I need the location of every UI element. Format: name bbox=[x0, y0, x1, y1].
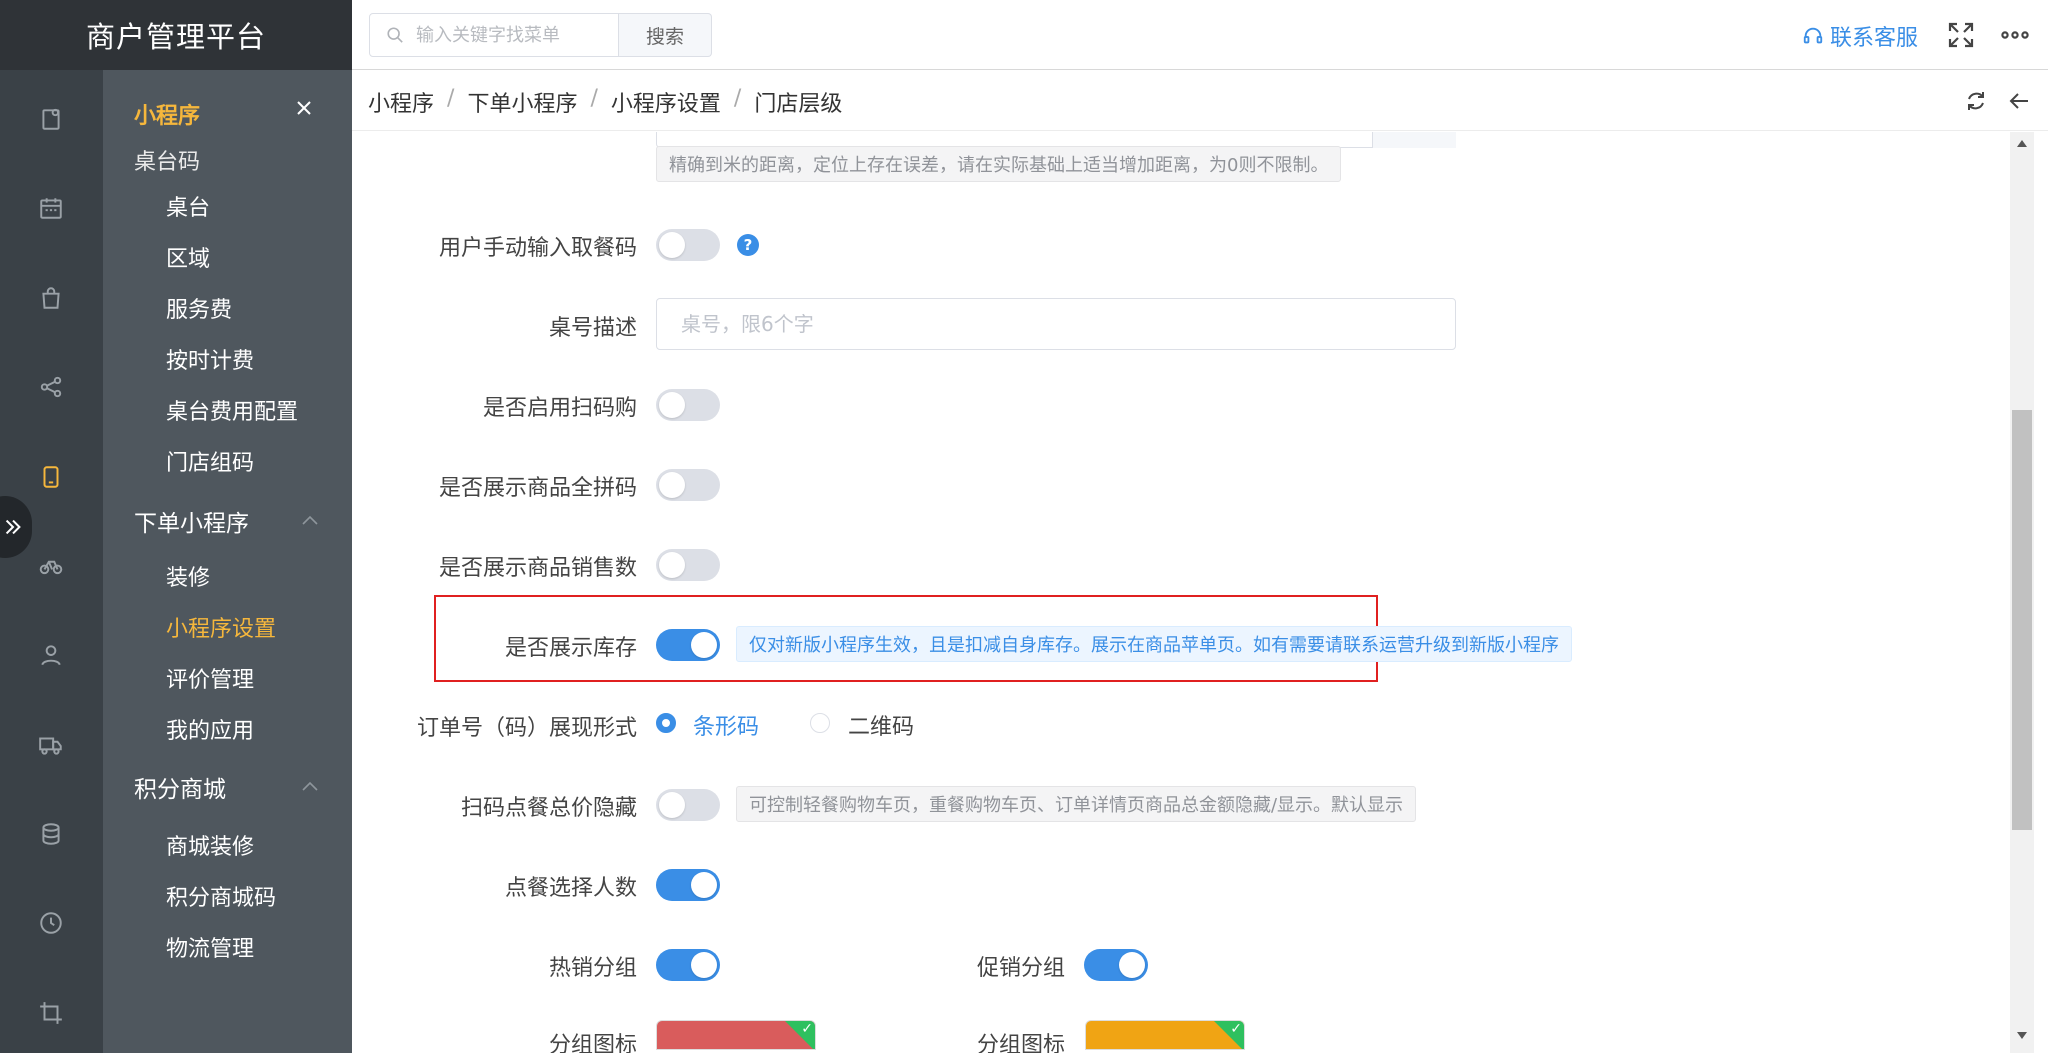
people-toggle[interactable] bbox=[656, 869, 720, 901]
headset-icon bbox=[1803, 27, 1823, 44]
scroll-down-arrow-icon[interactable] bbox=[2017, 1032, 2027, 1039]
scroll-up-arrow-icon[interactable] bbox=[2017, 140, 2027, 147]
sales-toggle[interactable] bbox=[656, 549, 720, 581]
barcode-radio-label[interactable]: 条形码 bbox=[693, 709, 759, 741]
bicycle-icon[interactable] bbox=[36, 550, 66, 580]
close-icon[interactable] bbox=[294, 98, 318, 122]
search-icon bbox=[387, 27, 403, 43]
submenu-item-my-apps[interactable]: 我的应用 bbox=[166, 713, 254, 745]
sales-label: 是否展示商品销售数 bbox=[438, 556, 637, 581]
barcode-radio[interactable] bbox=[656, 713, 676, 733]
hide-total-hint: 可控制轻餐购物车页，重餐购物车页、订单详情页商品总金额隐藏/显示。默认显示 bbox=[736, 786, 1417, 822]
more-options-icon[interactable] bbox=[2000, 20, 2030, 50]
search-input[interactable] bbox=[416, 24, 606, 46]
qrcode-radio[interactable] bbox=[810, 713, 830, 733]
distance-unit-append bbox=[1372, 132, 1456, 148]
help-icon[interactable]: ? bbox=[737, 234, 759, 256]
clock-icon[interactable] bbox=[36, 908, 66, 938]
submenu-item-area[interactable]: 区域 bbox=[166, 241, 210, 273]
user-icon[interactable] bbox=[36, 640, 66, 670]
pinyin-toggle[interactable] bbox=[656, 469, 720, 501]
refresh-icon[interactable] bbox=[1964, 89, 1988, 113]
submenu-item-miniprogram-settings[interactable]: 小程序设置 bbox=[166, 611, 276, 643]
breadcrumb: 小程序 / 下单小程序 / 小程序设置 / 门店层级 bbox=[368, 86, 843, 118]
scrollbar-thumb[interactable] bbox=[2012, 410, 2032, 830]
hide-total-label: 扫码点餐总价隐藏 bbox=[460, 796, 637, 821]
fullscreen-icon[interactable] bbox=[1946, 20, 1976, 50]
manual-code-toggle[interactable] bbox=[656, 229, 720, 261]
contact-support-label: 联系客服 bbox=[1830, 26, 1919, 51]
top-bar: 搜索 联系客服 bbox=[352, 0, 2048, 70]
scan-buy-label: 是否启用扫码购 bbox=[482, 396, 637, 421]
stock-toggle[interactable] bbox=[656, 629, 720, 661]
hot-group-toggle[interactable] bbox=[656, 949, 720, 981]
promo-group-icon-thumbnail[interactable]: ✓ bbox=[1085, 1020, 1245, 1050]
database-icon[interactable] bbox=[36, 819, 66, 849]
people-label: 点餐选择人数 bbox=[504, 876, 637, 901]
breadcrumb-item-current: 门店层级 bbox=[754, 92, 843, 117]
crop-icon[interactable] bbox=[36, 998, 66, 1028]
hot-group-label: 热销分组 bbox=[548, 956, 637, 981]
stock-hint: 仅对新版小程序生效，且是扣减自身库存。展示在商品苹单页。如有需要请联系运营升级到… bbox=[736, 626, 1572, 662]
chevron-up-icon[interactable] bbox=[301, 777, 319, 791]
table-desc-input[interactable] bbox=[656, 298, 1456, 350]
scan-buy-toggle[interactable] bbox=[656, 389, 720, 421]
hot-group-icon-label: 分组图标 bbox=[548, 1033, 637, 1053]
submenu-item-table-fee-config[interactable]: 桌台费用配置 bbox=[166, 394, 298, 426]
manual-code-label: 用户手动输入取餐码 bbox=[438, 236, 637, 261]
check-icon: ✓ bbox=[1230, 1021, 1242, 1037]
submenu-item-logistics[interactable]: 物流管理 bbox=[166, 931, 254, 963]
submenu-title: 小程序 bbox=[134, 104, 201, 129]
submenu-group-points-mall[interactable]: 积分商城 bbox=[134, 770, 226, 804]
promo-group-label: 促销分组 bbox=[976, 956, 1065, 981]
pinyin-label: 是否展示商品全拼码 bbox=[438, 476, 637, 501]
promo-group-icon-label: 分组图标 bbox=[976, 1033, 1065, 1053]
distance-hint: 精确到米的距离，定位上存在误差，请在实际基础上适当增加距离，为0则不限制。 bbox=[656, 146, 1342, 182]
stock-label: 是否展示库存 bbox=[504, 636, 637, 661]
submenu-item-mall-decoration[interactable]: 商城装修 bbox=[166, 829, 254, 861]
breadcrumb-bar: 小程序 / 下单小程序 / 小程序设置 / 门店层级 bbox=[352, 71, 2048, 131]
submenu-item-hourly-billing[interactable]: 按时计费 bbox=[166, 343, 254, 375]
scrollbar[interactable] bbox=[2010, 132, 2034, 1053]
arrow-left-icon[interactable] bbox=[2008, 89, 2032, 113]
table-desc-label: 桌号描述 bbox=[548, 316, 637, 341]
submenu-item-service-fee[interactable]: 服务费 bbox=[166, 292, 232, 324]
calendar-icon[interactable] bbox=[36, 193, 66, 223]
order-code-label: 订单号（码）展现形式 bbox=[416, 716, 637, 741]
submenu-item-points-mall-code[interactable]: 积分商城码 bbox=[166, 880, 276, 912]
clipboard-icon[interactable] bbox=[36, 104, 66, 134]
mobile-phone-icon[interactable] bbox=[36, 462, 66, 492]
submenu-panel: 桌台码 小程序 桌台 区域 服务费 按时计费 桌台费用配置 门店组码 下单小程序… bbox=[103, 70, 352, 1053]
brand-title: 商户管理平台 bbox=[0, 0, 352, 70]
submenu-item-table[interactable]: 桌台 bbox=[166, 190, 210, 222]
search-box bbox=[369, 13, 619, 57]
submenu-item-store-group-code[interactable]: 门店组码 bbox=[166, 445, 254, 477]
search-button[interactable]: 搜索 bbox=[619, 13, 712, 57]
truck-icon[interactable] bbox=[36, 730, 66, 760]
icon-rail bbox=[0, 70, 103, 1053]
submenu-group-order-miniprogram[interactable]: 下单小程序 bbox=[134, 504, 249, 538]
contact-support-link[interactable]: 联系客服 bbox=[1802, 20, 1918, 52]
double-chevron-right-icon bbox=[5, 519, 21, 535]
settings-form: 精确到米的距离，定位上存在误差，请在实际基础上适当增加距离，为0则不限制。 用户… bbox=[352, 132, 2010, 1053]
qrcode-radio-label[interactable]: 二维码 bbox=[848, 709, 914, 741]
submenu-item-review-management[interactable]: 评价管理 bbox=[166, 662, 254, 694]
shopping-bag-icon[interactable] bbox=[36, 283, 66, 313]
hide-total-toggle[interactable] bbox=[656, 789, 720, 821]
promo-group-toggle[interactable] bbox=[1084, 949, 1148, 981]
breadcrumb-item[interactable]: 小程序 bbox=[368, 86, 434, 118]
breadcrumb-item[interactable]: 下单小程序 bbox=[467, 86, 577, 118]
submenu-item-decoration[interactable]: 装修 bbox=[166, 560, 210, 592]
chevron-up-icon[interactable] bbox=[301, 511, 319, 525]
breadcrumb-item[interactable]: 小程序设置 bbox=[611, 86, 721, 118]
share-icon[interactable] bbox=[36, 372, 66, 402]
